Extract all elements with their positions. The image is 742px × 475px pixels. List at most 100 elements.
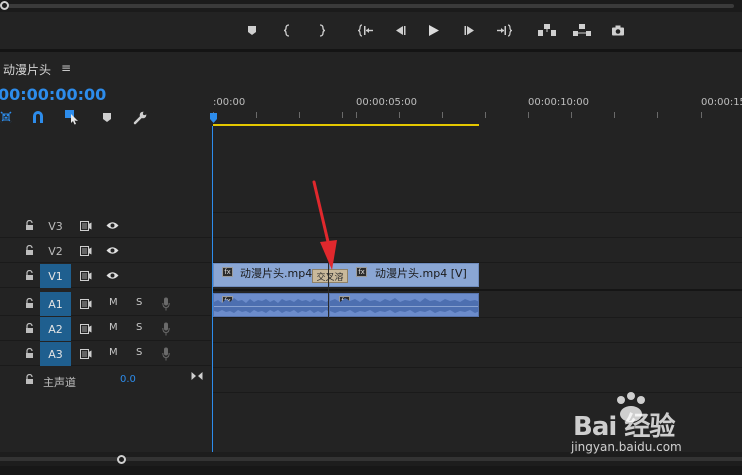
track-target-a1[interactable]: A1 <box>40 292 71 316</box>
mark-out-icon <box>319 23 325 37</box>
track-separator <box>212 317 742 318</box>
go-to-next-edit-icon[interactable] <box>191 371 203 381</box>
go-to-out-button[interactable] <box>494 20 514 40</box>
track-separator <box>212 237 742 238</box>
lock-icon[interactable] <box>25 323 34 333</box>
track-separator <box>212 367 742 368</box>
track-header-a1: A1 M S <box>0 292 211 316</box>
go-to-out-icon <box>497 23 512 37</box>
nest-icon <box>0 111 12 123</box>
microphone-icon[interactable] <box>162 322 170 336</box>
extract-button[interactable] <box>572 20 592 40</box>
track-target-a3[interactable]: A3 <box>40 342 71 366</box>
mute-button[interactable]: M <box>109 322 118 333</box>
playhead-timecode[interactable]: 00:00:00:00 <box>0 85 106 104</box>
track-target-v1[interactable]: V1 <box>40 264 71 288</box>
step-back-button[interactable] <box>390 20 410 40</box>
lift-button[interactable] <box>537 20 557 40</box>
sync-lock-icon[interactable] <box>80 221 92 231</box>
track-target-a2[interactable]: A2 <box>40 317 71 341</box>
eye-icon[interactable] <box>106 271 119 280</box>
solo-button[interactable]: S <box>136 297 142 308</box>
track-separator <box>212 342 742 343</box>
sync-lock-icon[interactable] <box>80 299 92 309</box>
sync-lock-icon[interactable] <box>80 271 92 281</box>
track-header-master <box>0 368 211 392</box>
watermark-url: jingyan.baidu.com <box>571 440 682 454</box>
solo-button[interactable]: S <box>136 347 142 358</box>
add-marker-button[interactable] <box>242 20 262 40</box>
program-monitor-controls <box>0 0 742 48</box>
wrench-icon <box>133 111 146 124</box>
lock-icon[interactable] <box>25 348 34 358</box>
baidu-watermark: Bai 经验 jingyan.baidu.com <box>565 392 740 462</box>
audio-clip-right[interactable]: fx <box>329 293 479 317</box>
sync-lock-icon[interactable] <box>80 246 92 256</box>
play-button[interactable] <box>424 20 444 40</box>
linked-selection-toggle[interactable] <box>63 108 81 126</box>
microphone-icon[interactable] <box>162 297 170 311</box>
add-marker-tool[interactable] <box>98 108 116 126</box>
camera-icon <box>612 25 624 35</box>
export-frame-button[interactable] <box>608 20 628 40</box>
av-divider <box>212 289 742 291</box>
sequence-menu-icon[interactable]: ≡ <box>61 61 71 75</box>
video-clip-right[interactable]: fx 动漫片头.mp4 [V] <box>329 263 479 287</box>
mute-button[interactable]: M <box>109 297 118 308</box>
lock-icon[interactable] <box>25 270 34 280</box>
monitor-scrollbar[interactable] <box>0 0 742 12</box>
audio-waveform <box>214 298 328 313</box>
sync-lock-icon[interactable] <box>80 324 92 334</box>
monitor-scroll-thumb[interactable] <box>8 4 734 8</box>
track-target-v3[interactable]: V3 <box>40 214 71 238</box>
step-forward-icon <box>464 25 474 35</box>
monitor-scroll-handle[interactable] <box>0 1 9 10</box>
track-headers <box>0 130 211 450</box>
audio-clip-left[interactable]: fx <box>213 293 329 317</box>
work-area-bar[interactable] <box>213 124 479 126</box>
play-icon <box>429 24 439 36</box>
mark-in-button[interactable] <box>278 20 298 40</box>
ruler-label: 00:00:05:00 <box>356 97 418 108</box>
playhead-line[interactable] <box>212 126 213 452</box>
lock-icon[interactable] <box>25 245 34 255</box>
master-track-label: 主声道 <box>43 376 76 389</box>
clip-name: 动漫片头.mp4 [V] <box>375 267 467 280</box>
step-back-icon <box>396 25 406 35</box>
ruler-label: 00:00:10:00 <box>528 97 590 108</box>
ruler-label: :00:00 <box>213 97 246 108</box>
mute-button[interactable]: M <box>109 347 118 358</box>
fx-badge[interactable]: fx <box>356 267 367 277</box>
lock-icon[interactable] <box>25 220 34 230</box>
watermark-brand: Bai 经验 <box>573 412 675 442</box>
solo-button[interactable]: S <box>136 322 142 333</box>
track-header-v2: V2 <box>0 239 211 263</box>
sequence-tab[interactable]: 动漫片头 <box>3 61 51 78</box>
master-volume-value[interactable]: 0.0 <box>120 374 136 385</box>
go-to-in-icon <box>358 23 373 37</box>
eye-icon[interactable] <box>106 246 119 255</box>
add-marker-icon <box>248 25 256 35</box>
snap-tool[interactable] <box>0 108 15 126</box>
microphone-icon[interactable] <box>162 347 170 361</box>
zoom-scroll-handle[interactable] <box>117 455 126 464</box>
track-target-v2[interactable]: V2 <box>40 239 71 263</box>
timeline-settings-button[interactable] <box>131 108 149 126</box>
time-ruler[interactable]: :00:00 00:00:05:00 00:00:10:00 00:00:15 <box>212 92 742 128</box>
eye-icon[interactable] <box>106 221 119 230</box>
step-forward-button[interactable] <box>460 20 480 40</box>
magnet-icon <box>33 111 43 123</box>
track-header-v1: V1 <box>0 264 211 288</box>
clip-name: 动漫片头.mp4 <box>240 267 313 280</box>
lock-icon[interactable] <box>25 298 34 308</box>
fx-badge[interactable]: fx <box>222 267 233 277</box>
linked-selection-icon <box>65 110 78 125</box>
sync-lock-icon[interactable] <box>80 349 92 359</box>
go-to-in-button[interactable] <box>356 20 376 40</box>
track-separator <box>212 212 742 213</box>
audio-waveform <box>330 298 478 313</box>
mark-out-button[interactable] <box>311 20 331 40</box>
track-header-v3: V3 <box>0 214 211 238</box>
snap-toggle[interactable] <box>29 108 47 126</box>
lock-icon[interactable] <box>25 374 34 384</box>
